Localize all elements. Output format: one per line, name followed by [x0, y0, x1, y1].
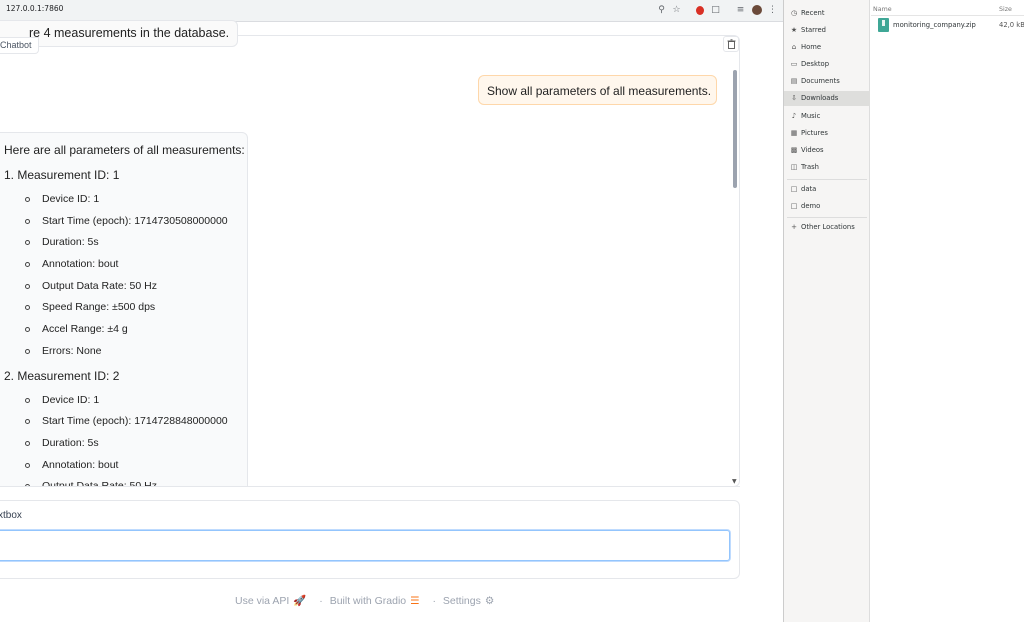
param-item: Duration: 5s	[42, 437, 99, 449]
chat-scrollbar[interactable]	[733, 70, 737, 188]
footer: Use via API 🚀 · Built with Gradio ☰ · Sett…	[235, 594, 498, 607]
param-item: Output Data Rate: 50 Hz	[42, 280, 157, 292]
measurement-heading: 2. Measurement ID: 2	[4, 369, 120, 383]
file-size: 42,0 kB	[999, 21, 1024, 29]
sidebar-item-trash[interactable]: ◫ Trash	[784, 160, 870, 175]
sidebar-item-home[interactable]: ⌂ Home	[784, 40, 870, 55]
list-bullet	[25, 349, 30, 354]
music-icon: ♪	[791, 112, 797, 120]
panel-gap	[0, 487, 740, 500]
sidebar-item-documents[interactable]: ▤ Documents	[784, 74, 870, 89]
address-bar[interactable]: 127.0.0.1:7860 ⚲ ☆ □ ≡ ⋮	[0, 0, 783, 22]
places-sidebar: ◷ Recent ★ Starred ⌂ Home ▭ Desktop ▤ Documen…	[784, 0, 870, 622]
star-icon: ★	[790, 26, 798, 34]
zoom-icon[interactable]: ⚲	[655, 4, 668, 17]
param-item: Speed Range: ±500 dps	[42, 301, 156, 313]
file-row[interactable]: monitoring_company.zip 42,0 kB	[871, 17, 1024, 33]
message-input[interactable]	[0, 530, 730, 561]
previous-message-text: re 4 measurements in the database.	[29, 26, 230, 40]
home-icon: ⌂	[791, 43, 797, 51]
kebab-menu-icon[interactable]: ⋮	[766, 4, 779, 17]
list-bullet	[25, 398, 30, 403]
sidebar-divider	[787, 179, 867, 180]
use-via-api-link[interactable]: Use via API	[235, 595, 289, 607]
trash-icon	[727, 39, 736, 49]
textbox-label: xtbox	[0, 510, 22, 521]
measurement-heading: 1. Measurement ID: 1	[4, 168, 120, 182]
list-bullet	[25, 419, 30, 424]
browser-window: 127.0.0.1:7860 ⚲ ☆ □ ≡ ⋮ re 4 measuremen…	[0, 0, 783, 622]
user-message: Show all parameters of all measurements.	[478, 75, 717, 105]
sidebar-item-music[interactable]: ♪ Music	[784, 109, 870, 124]
plus-icon: +	[791, 223, 797, 231]
bookmark-star-icon[interactable]: ☆	[670, 4, 683, 17]
sidebar-item-pictures[interactable]: ▦ Pictures	[784, 126, 870, 141]
list-bullet	[25, 305, 30, 310]
rocket-icon: 🚀	[293, 595, 307, 607]
sidebar-item-recent[interactable]: ◷ Recent	[784, 6, 870, 21]
param-item: Device ID: 1	[42, 394, 100, 406]
param-item: Errors: None	[42, 345, 102, 357]
list-bullet	[25, 441, 30, 446]
bot-intro-text: Here are all parameters of all measureme…	[4, 143, 245, 157]
sidebar-item-demo[interactable]: □ demo	[784, 199, 870, 214]
sidebar-item-downloads[interactable]: ⇩ Downloads	[784, 91, 870, 106]
desktop-icon: ▭	[790, 60, 798, 68]
trash-icon: ◫	[790, 163, 798, 171]
sidebar-item-desktop[interactable]: ▭ Desktop	[784, 57, 870, 72]
extensions-icon[interactable]: □	[709, 4, 722, 17]
clear-chat-button[interactable]	[723, 36, 739, 52]
column-name[interactable]: Name	[873, 6, 892, 13]
sidebar-divider	[787, 217, 867, 218]
list-bullet	[25, 327, 30, 332]
param-item: Start Time (epoch): 1714728848000000	[42, 415, 228, 427]
download-icon: ⇩	[791, 94, 797, 102]
media-icon[interactable]: ≡	[734, 4, 747, 17]
extension-red-icon[interactable]	[693, 4, 706, 17]
document-icon: ▤	[790, 77, 798, 85]
list-bullet	[25, 262, 30, 267]
param-item: Device ID: 1	[42, 193, 100, 205]
sidebar-item-starred[interactable]: ★ Starred	[784, 23, 870, 38]
clock-icon: ◷	[790, 9, 798, 17]
scroll-down-arrow[interactable]: ▼	[732, 478, 737, 485]
column-size[interactable]: Size	[999, 6, 1012, 13]
sidebar-item-videos[interactable]: ▩ Videos	[784, 143, 870, 158]
url-text[interactable]: 127.0.0.1:7860	[6, 4, 63, 13]
list-bullet	[25, 219, 30, 224]
footer-separator: ·	[319, 595, 323, 607]
list-bullet	[25, 463, 30, 468]
settings-link[interactable]: Settings	[443, 595, 481, 607]
chatbot-label: Chatbot	[0, 37, 39, 54]
param-item: Start Time (epoch): 1714730508000000	[42, 215, 228, 227]
param-item: Annotation: bout	[42, 258, 119, 270]
chat-panel-bottom-border	[0, 486, 740, 487]
file-manager-window: ◷ Recent ★ Starred ⌂ Home ▭ Desktop ▤ Documen…	[783, 0, 1024, 622]
profile-avatar[interactable]	[750, 4, 763, 17]
folder-icon: □	[790, 185, 798, 193]
param-item: Accel Range: ±4 g	[42, 323, 128, 335]
picture-icon: ▦	[790, 129, 798, 137]
gradio-logo-icon: ☰	[410, 595, 420, 607]
sidebar-item-data[interactable]: □ data	[784, 182, 870, 197]
file-list-header: Name Size	[871, 4, 1024, 16]
gear-icon: ⚙	[484, 595, 495, 607]
param-item: Duration: 5s	[42, 236, 99, 248]
footer-separator: ·	[432, 595, 437, 607]
folder-icon: □	[790, 202, 798, 210]
sidebar-item-other-locations[interactable]: + Other Locations	[784, 220, 870, 235]
built-with-gradio-link[interactable]: Built with Gradio	[330, 595, 406, 607]
list-bullet	[25, 284, 30, 289]
user-message-text: Show all parameters of all measurements.	[487, 84, 712, 98]
file-name: monitoring_company.zip	[893, 21, 976, 29]
video-icon: ▩	[790, 146, 798, 154]
list-bullet	[25, 240, 30, 245]
zip-file-icon	[878, 18, 889, 32]
param-item: Annotation: bout	[42, 459, 119, 471]
bot-message: Here are all parameters of all measureme…	[0, 132, 248, 492]
list-bullet	[25, 197, 30, 202]
